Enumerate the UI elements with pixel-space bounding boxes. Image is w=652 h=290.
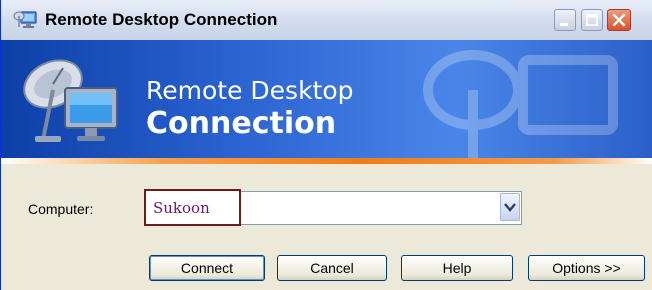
- connect-button[interactable]: Connect: [149, 255, 265, 281]
- options-button[interactable]: Options >>: [528, 255, 645, 281]
- banner-accent-stripe: [1, 158, 652, 164]
- banner-title-line1: Remote Desktop: [146, 76, 354, 105]
- banner-watermark-icon: [423, 50, 618, 158]
- remote-desktop-computer-icon: [15, 50, 125, 148]
- window-title: Remote Desktop Connection: [45, 10, 278, 29]
- close-icon[interactable]: [607, 9, 631, 31]
- remote-desktop-icon: [13, 9, 39, 31]
- minimize-icon[interactable]: [554, 9, 576, 31]
- maximize-icon[interactable]: [581, 9, 603, 31]
- help-button[interactable]: Help: [401, 255, 513, 281]
- banner-title-line2: Connection: [146, 106, 337, 141]
- remote-desktop-window: Remote Desktop Connection Remote Desktop…: [0, 0, 652, 290]
- computer-input[interactable]: Sukoon: [153, 199, 210, 217]
- banner: Remote Desktop Connection: [1, 40, 652, 158]
- computer-label: Computer:: [28, 201, 94, 217]
- title-bar[interactable]: Remote Desktop Connection: [1, 0, 652, 41]
- cancel-button[interactable]: Cancel: [277, 255, 387, 281]
- chevron-down-icon[interactable]: [500, 193, 520, 221]
